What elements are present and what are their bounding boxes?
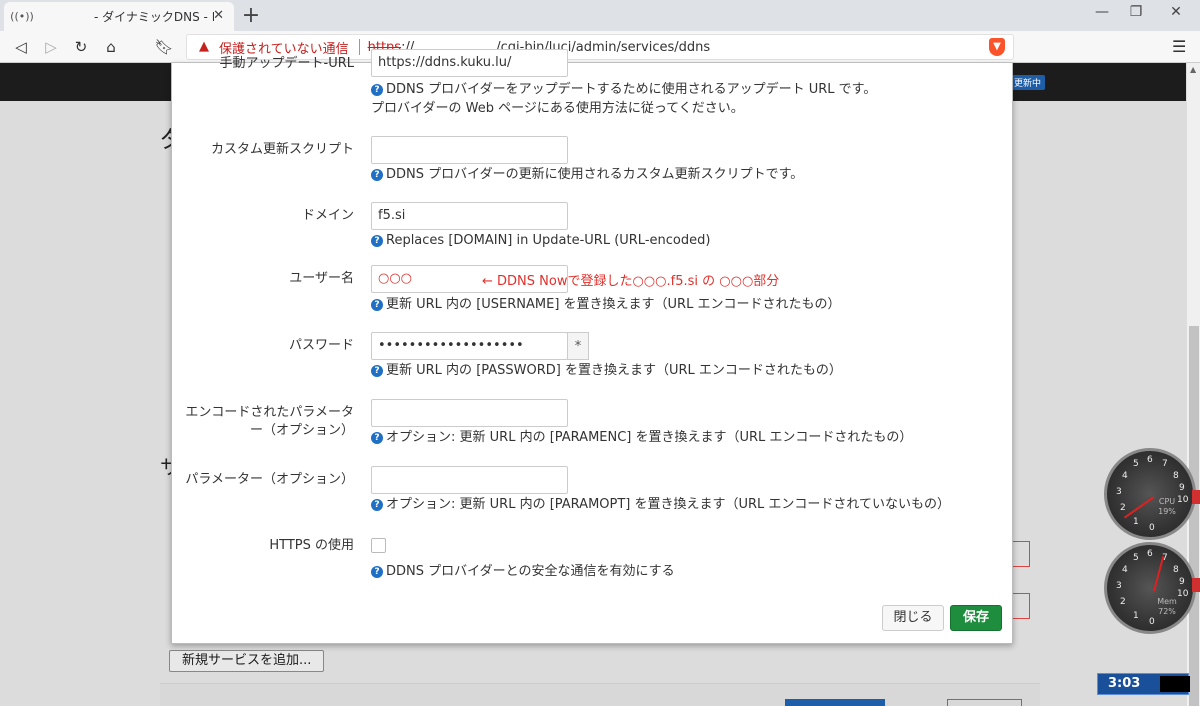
close-window-icon[interactable]: ✕	[1166, 4, 1186, 20]
use-https-help: ? DDNS プロバイダーとの安全な通信を有効にする	[371, 563, 675, 581]
custom-script-label: カスタム更新スクリプト	[210, 142, 354, 157]
password-input[interactable]: •••••••••••••••••••	[371, 332, 568, 360]
update-url-input[interactable]: https://ddns.kuku.lu/	[371, 49, 568, 77]
username-annotation: ← DDNS Nowで登録した○○○.f5.si の ○○○部分	[482, 274, 780, 289]
tab-bar: ((•)) - ダイナミックDNS - LuCI ✕ + — ❐ ✕	[0, 0, 1200, 31]
help-icon: ?	[371, 432, 383, 444]
status-badge: 更新中	[1010, 75, 1046, 90]
password-label: パスワード	[288, 338, 354, 353]
bg-reset-button[interactable]	[947, 699, 1022, 706]
menu-icon[interactable]: ☰	[1172, 37, 1186, 56]
update-url-help: ? DDNS プロバイダーをアップデートするために使用されるアップデート URL …	[371, 81, 876, 99]
browser-tab[interactable]: ((•)) - ダイナミックDNS - LuCI ✕	[4, 2, 234, 31]
tab-close-icon[interactable]: ✕	[213, 8, 224, 23]
help-icon: ?	[371, 235, 383, 247]
maximize-icon[interactable]: ❐	[1126, 4, 1146, 20]
password-help: ? 更新 URL 内の [PASSWORD] を置き換えます（URL エンコードさ…	[371, 362, 842, 380]
scrollbar-thumb[interactable]	[1189, 326, 1199, 706]
reload-icon[interactable]: ↻	[71, 37, 91, 57]
brave-shield-icon[interactable]: ▼	[989, 38, 1005, 56]
use-https-label: HTTPS の使用	[269, 538, 354, 553]
domain-input[interactable]: f5.si	[371, 202, 568, 230]
clock-redaction	[1160, 676, 1190, 692]
forward-icon[interactable]: ▷	[41, 37, 61, 57]
save-button[interactable]: 保存	[950, 605, 1002, 631]
help-icon: ?	[371, 84, 383, 96]
param-opt-label: パラメーター（オプション）	[185, 472, 354, 487]
new-tab-button[interactable]: +	[240, 3, 262, 28]
url-divider	[358, 39, 360, 55]
cpu-gauge: 6 5 7 4 8 3 9 10 2 1 0 CPU 19%	[1104, 448, 1196, 540]
mem-needle	[1153, 555, 1165, 592]
bg-delete-button[interactable]	[1010, 593, 1030, 619]
custom-script-input[interactable]	[371, 136, 568, 164]
help-icon: ?	[371, 299, 383, 311]
memory-gauge: 6 5 7 4 8 3 9 10 2 1 0 Mem 72%	[1104, 542, 1196, 634]
param-enc-help: ? オプション: 更新 URL 内の [PARAMENC] を置き換えます（URL…	[371, 429, 912, 447]
param-opt-input[interactable]	[371, 466, 568, 494]
broadcast-icon: ((•))	[10, 10, 34, 23]
gauge-side-marker	[1192, 490, 1200, 504]
param-enc-input[interactable]	[371, 399, 568, 427]
custom-script-help: ? DDNS プロバイダーの更新に使用されるカスタム更新スクリプトです。	[371, 166, 803, 184]
bg-save-apply-button[interactable]	[785, 699, 885, 706]
update-url-label: 手動アップデート-URL	[219, 56, 354, 71]
security-warning[interactable]: 保護されていない通信	[219, 38, 349, 57]
domain-label: ドメイン	[301, 208, 354, 223]
help-icon: ?	[371, 499, 383, 511]
param-enc-label: エンコードされたパラメータ ー（オプション）	[179, 404, 354, 440]
clock-time: 3:03	[1108, 676, 1141, 691]
password-reveal-button[interactable]: *	[567, 332, 589, 360]
home-icon[interactable]: ⌂	[101, 37, 121, 57]
minimize-icon[interactable]: —	[1092, 4, 1112, 20]
help-icon: ?	[371, 566, 383, 578]
warning-icon: ▲	[199, 39, 209, 54]
bg-delete-button[interactable]	[1010, 541, 1030, 567]
param-opt-help: ? オプション: 更新 URL 内の [PARAMOPT] を置き換えます（URL…	[371, 496, 950, 514]
add-service-button[interactable]: 新規サービスを追加...	[169, 650, 325, 672]
clock-gadget: 3:03	[1097, 673, 1190, 695]
bookmark-icon[interactable]: 🔖︎	[154, 37, 174, 57]
gauge-side-marker	[1192, 578, 1200, 592]
username-help: ? 更新 URL 内の [USERNAME] を置き換えます（URL エンコードさ…	[371, 296, 840, 314]
cpu-percent: 19%	[1158, 507, 1176, 516]
help-icon: ?	[371, 365, 383, 377]
mem-label: Mem	[1157, 597, 1177, 606]
domain-help: ? Replaces [DOMAIN] in Update-URL (URL-en…	[371, 232, 710, 250]
bg-footer-panel	[160, 683, 1040, 706]
back-icon[interactable]: ◁	[11, 37, 31, 57]
tab-title: - ダイナミックDNS - LuCI	[94, 10, 214, 24]
close-button[interactable]: 閉じる	[882, 605, 944, 631]
param-enc-label-line2: ー（オプション）	[249, 423, 354, 438]
ddns-edit-modal: 手動アップデート-URL https://ddns.kuku.lu/ ? DDNS…	[171, 49, 1013, 644]
username-label: ユーザー名	[289, 271, 354, 286]
scroll-up-icon[interactable]: ▲	[1190, 65, 1196, 74]
update-url-help-line2: プロバイダーの Web ページにある使用方法に従ってください。	[371, 101, 744, 116]
param-enc-label-line1: エンコードされたパラメータ	[185, 405, 354, 420]
use-https-checkbox[interactable]	[371, 538, 386, 553]
help-icon: ?	[371, 169, 383, 181]
mem-percent: 72%	[1158, 607, 1176, 616]
